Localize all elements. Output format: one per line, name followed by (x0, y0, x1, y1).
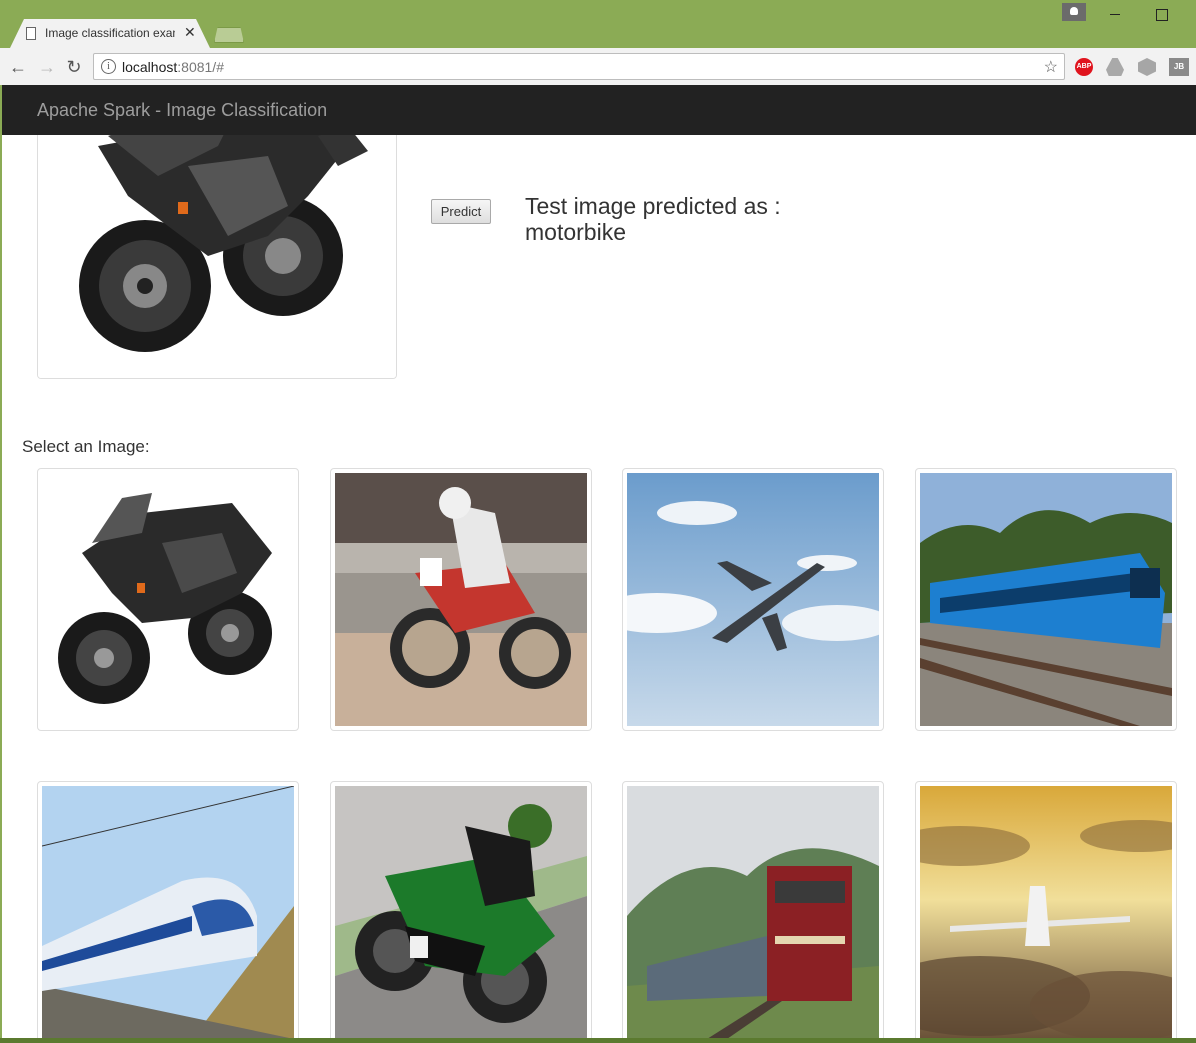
bookmark-star-icon[interactable]: ☆ (1044, 57, 1058, 77)
selected-image-preview (37, 105, 397, 379)
green-racing-motorbike-image (335, 786, 587, 1038)
high-speed-train-image (42, 786, 294, 1038)
back-icon[interactable]: ← (6, 55, 30, 79)
red-locomotive-image (627, 786, 879, 1038)
browser-titlebar: Image classification exam ✕ (0, 0, 1196, 48)
predict-button[interactable]: Predict (431, 199, 491, 224)
gallery-image[interactable] (37, 781, 299, 1038)
close-tab-icon[interactable]: ✕ (184, 24, 196, 41)
url-path: :8081/# (177, 59, 224, 75)
drive-extension-icon[interactable] (1106, 58, 1124, 76)
browser-toolbar: ← → ↻ i localhost:8081/# ☆ ABP JB (0, 48, 1196, 85)
gallery-image[interactable] (330, 468, 592, 731)
gallery-image[interactable] (915, 781, 1177, 1038)
gallery-image[interactable] (915, 468, 1177, 731)
minimize-button[interactable] (1104, 4, 1126, 24)
app-navbar: Apache Spark - Image Classification (2, 85, 1196, 135)
flat-track-motorbike-image (335, 473, 587, 726)
blue-train-image (920, 473, 1172, 726)
tab-title[interactable]: Image classification exam (45, 26, 175, 40)
adblock-extension-icon[interactable]: ABP (1075, 58, 1093, 76)
gallery-image[interactable] (622, 781, 884, 1038)
new-tab-button[interactable] (214, 27, 244, 43)
app-brand[interactable]: Apache Spark - Image Classification (37, 100, 327, 121)
gallery-image[interactable] (622, 468, 884, 731)
info-icon[interactable]: i (101, 59, 116, 74)
prediction-label: Test image predicted as : (525, 193, 781, 219)
reload-icon[interactable]: ↻ (62, 55, 86, 79)
airplane-blue-sky-image (627, 473, 879, 726)
select-image-label: Select an Image: (22, 437, 150, 456)
page-viewport: Apache Spark - Image Classification Pred… (2, 85, 1196, 1038)
motorbike-preview-image (38, 106, 396, 378)
url-host: localhost (122, 59, 178, 75)
url-text[interactable]: localhost:8081/# (122, 59, 224, 75)
airplane-golden-sky-image (920, 786, 1172, 1038)
black-motorbike-image (42, 473, 294, 726)
box-extension-icon[interactable] (1138, 58, 1156, 76)
gallery-image[interactable] (330, 781, 592, 1038)
gallery-image[interactable] (37, 468, 299, 731)
page-icon (26, 27, 36, 40)
prediction-value: motorbike (525, 219, 626, 245)
maximize-button[interactable] (1150, 4, 1172, 24)
forward-icon[interactable]: → (35, 55, 59, 79)
window-bottom-edge (0, 1038, 1196, 1043)
jetbrains-extension-icon[interactable]: JB (1169, 58, 1189, 76)
prediction-result: Test image predicted as : motorbike (525, 193, 845, 245)
profile-icon[interactable] (1062, 3, 1086, 21)
address-bar[interactable]: i localhost:8081/# ☆ (93, 53, 1065, 80)
